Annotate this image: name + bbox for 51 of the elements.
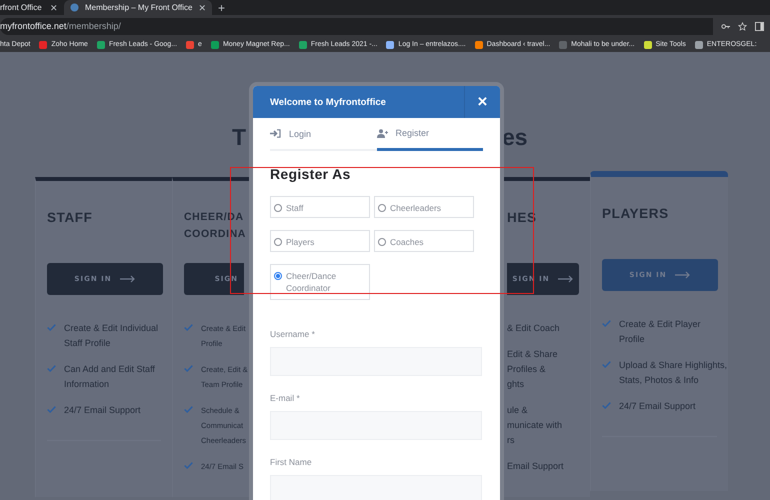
sidebar-icon[interactable] (755, 22, 764, 30)
arrow-icon (674, 271, 691, 279)
browser-tab[interactable]: rfront Office ✕ (0, 0, 64, 15)
feature-text: Create & Edit Individual Staff Profile (64, 322, 160, 350)
check-icon (602, 320, 611, 327)
check-icon (602, 402, 611, 409)
dialog-tab[interactable]: Register (376, 118, 483, 151)
feature-text: Edit & Share Profiles & ghts (507, 348, 558, 391)
check-icon (184, 365, 193, 372)
check-icon (47, 324, 56, 331)
card-title: STAFF (47, 209, 94, 227)
feature-text: Upload & Share Highlights, Stats, Photos & Info (619, 359, 728, 387)
close-button[interactable]: ✕ (50, 2, 58, 12)
check-icon (47, 365, 56, 372)
card-title: PLAYERS (602, 205, 670, 223)
check-icon (184, 406, 193, 413)
browser-tab[interactable]: Membership – My Front Office ✕ (64, 0, 212, 15)
dialog-tab[interactable]: Login (270, 118, 376, 151)
star-icon[interactable] (738, 22, 747, 30)
key-icon[interactable] (721, 22, 730, 30)
dialog-title: Welcome to Myfrontoffice (269, 96, 386, 108)
feature-text: Can Add and Edit Staff Information (64, 363, 156, 391)
radio-button[interactable] (378, 204, 386, 212)
page-heading: es (502, 124, 528, 151)
field-label: E-mail * (270, 393, 301, 403)
check-icon (47, 406, 56, 413)
check-icon (184, 462, 193, 469)
check-icon (602, 361, 611, 368)
feature-text: 24/7 Email Support (619, 400, 697, 413)
section-title: Register As (270, 166, 352, 182)
close-button[interactable]: ✕ (198, 2, 206, 12)
feature-text: 24/7 Email Support (64, 404, 142, 417)
arrow-icon (120, 275, 136, 283)
radio-button[interactable] (274, 238, 282, 246)
radio-button[interactable] (274, 272, 282, 280)
check-icon (184, 324, 193, 331)
feature-text: Create & Edit Player Profile (619, 318, 702, 346)
arrow-icon (558, 275, 574, 283)
field-label: Username * (270, 329, 316, 339)
address-bar[interactable]: myfrontoffice.net/membership/ (0, 18, 713, 34)
field-label: First Name (270, 457, 313, 467)
page-heading: T (232, 124, 246, 151)
radio-button[interactable] (274, 204, 282, 212)
feature-text: ule & municate with rs (507, 404, 562, 447)
feature-text: Email Support (507, 460, 564, 473)
add-user-icon (376, 128, 388, 138)
feature-text: & Edit Coach (507, 322, 560, 335)
sign-in-icon (270, 129, 281, 138)
new-tab-button[interactable]: + (218, 0, 226, 14)
radio-button[interactable] (378, 238, 386, 246)
close-button[interactable]: × (464, 86, 500, 118)
